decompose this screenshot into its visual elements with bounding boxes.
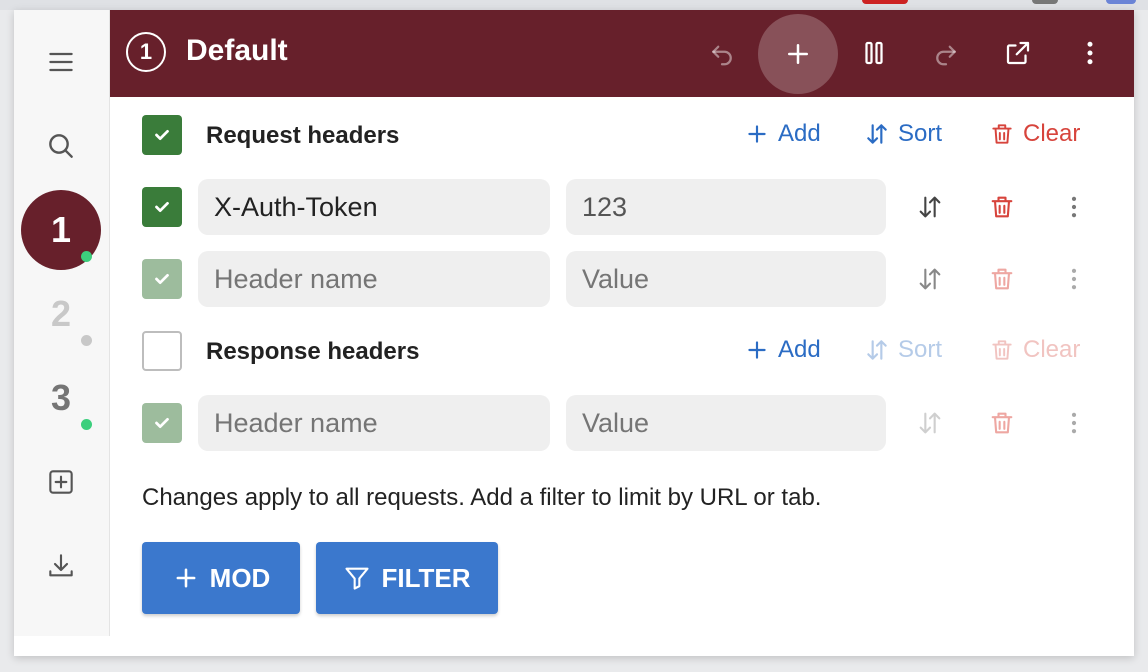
plus-icon — [176, 568, 196, 588]
open-external-icon — [1006, 41, 1030, 65]
clear-label: Clear — [1023, 336, 1081, 363]
status-dot — [81, 419, 92, 430]
status-dot — [81, 335, 92, 346]
extension-popup: 1 2 3 1 Default Request headers Add Sort… — [14, 10, 1134, 656]
hamburger-icon — [49, 52, 73, 72]
row-more-button[interactable] — [1056, 405, 1092, 441]
trash-icon — [991, 268, 1013, 290]
header-name-input[interactable] — [198, 395, 550, 451]
redo-button[interactable] — [918, 25, 974, 81]
row-delete-button[interactable] — [984, 405, 1020, 441]
more-vert-icon — [1071, 412, 1077, 434]
info-note: Changes apply to all requests. Add a fil… — [142, 484, 822, 511]
more-vert-icon — [1087, 41, 1093, 65]
header-value-input[interactable] — [566, 251, 886, 307]
response-headers-checkbox[interactable] — [142, 331, 182, 371]
profile-number: 1 — [50, 209, 72, 250]
add-mod-button[interactable]: MOD — [142, 542, 300, 614]
add-mod-button[interactable] — [758, 14, 838, 94]
check-icon — [155, 129, 169, 141]
filter-icon — [345, 567, 370, 590]
row-delete-button[interactable] — [984, 261, 1020, 297]
request-headers-checkbox[interactable] — [142, 115, 182, 155]
header-value-input[interactable] — [566, 395, 886, 451]
header-row-checkbox[interactable] — [142, 259, 182, 299]
row-more-button[interactable] — [1056, 189, 1092, 225]
pause-button[interactable] — [846, 25, 902, 81]
trash-icon — [991, 196, 1013, 218]
request-clear-button[interactable]: Clear — [989, 120, 1080, 148]
profile-number: 1 — [139, 39, 153, 64]
header-row-checkbox[interactable] — [142, 187, 182, 227]
pause-icon — [865, 41, 883, 65]
undo-icon — [712, 45, 732, 66]
sort-icon — [919, 196, 941, 218]
add-label: Add — [778, 120, 821, 147]
add-profile-button[interactable] — [29, 450, 93, 514]
row-sort-button[interactable] — [912, 189, 948, 225]
plus-icon — [788, 44, 808, 64]
header-name-input[interactable] — [198, 179, 550, 235]
row-delete-button[interactable] — [984, 189, 1020, 225]
clear-label: Clear — [1023, 120, 1081, 147]
profile-number: 3 — [50, 377, 72, 418]
row-sort-button[interactable] — [912, 405, 948, 441]
browser-indicator — [1106, 0, 1136, 4]
trash-icon — [992, 340, 1012, 360]
response-headers-title: Response headers — [206, 338, 420, 365]
plus-icon — [748, 341, 766, 359]
plus-icon — [748, 125, 766, 143]
sort-icon — [867, 340, 887, 360]
profile-header: 1 Default — [110, 10, 1134, 97]
status-dot — [81, 251, 92, 262]
sort-label: Sort — [898, 336, 943, 363]
row-more-button[interactable] — [1056, 261, 1092, 297]
response-clear-button[interactable]: Clear — [989, 336, 1080, 364]
undo-button[interactable] — [694, 25, 750, 81]
download-button[interactable] — [29, 534, 93, 598]
more-vert-icon — [1071, 268, 1077, 290]
request-sort-button[interactable]: Sort — [864, 120, 942, 148]
redo-icon — [936, 45, 956, 66]
trash-icon — [992, 124, 1012, 144]
header-row-checkbox[interactable] — [142, 403, 182, 443]
search-button[interactable] — [29, 114, 93, 178]
search-icon — [49, 134, 73, 158]
browser-top-strip — [0, 0, 1148, 10]
browser-indicator — [1032, 0, 1058, 4]
row-sort-button[interactable] — [912, 261, 948, 297]
sidebar: 1 2 3 — [14, 10, 110, 636]
header-value-input[interactable] — [566, 179, 886, 235]
plus-square-icon — [49, 470, 73, 494]
download-icon — [49, 554, 73, 577]
add-filter-button[interactable]: FILTER — [316, 542, 498, 614]
request-headers-title: Request headers — [206, 122, 400, 149]
request-add-button[interactable]: Add — [744, 120, 821, 148]
mod-label: MOD — [209, 562, 271, 593]
browser-indicator — [862, 0, 908, 4]
profile-title[interactable]: Default — [186, 34, 288, 68]
menu-button[interactable] — [29, 30, 93, 94]
sort-icon — [867, 124, 887, 144]
add-label: Add — [778, 336, 821, 363]
trash-icon — [991, 412, 1013, 434]
check-icon — [155, 273, 169, 285]
sort-icon — [919, 412, 941, 434]
open-in-tab-button[interactable] — [990, 25, 1046, 81]
check-icon — [155, 201, 169, 213]
more-menu-button[interactable] — [1062, 25, 1118, 81]
response-sort-button[interactable]: Sort — [864, 336, 942, 364]
check-icon — [155, 417, 169, 429]
more-vert-icon — [1071, 196, 1077, 218]
header-name-input[interactable] — [198, 251, 550, 307]
response-add-button[interactable]: Add — [744, 336, 821, 364]
profile-number: 2 — [50, 293, 72, 334]
filter-label: FILTER — [381, 562, 471, 593]
profile-number-badge: 1 — [126, 32, 166, 72]
sort-icon — [919, 268, 941, 290]
sort-label: Sort — [898, 120, 943, 147]
